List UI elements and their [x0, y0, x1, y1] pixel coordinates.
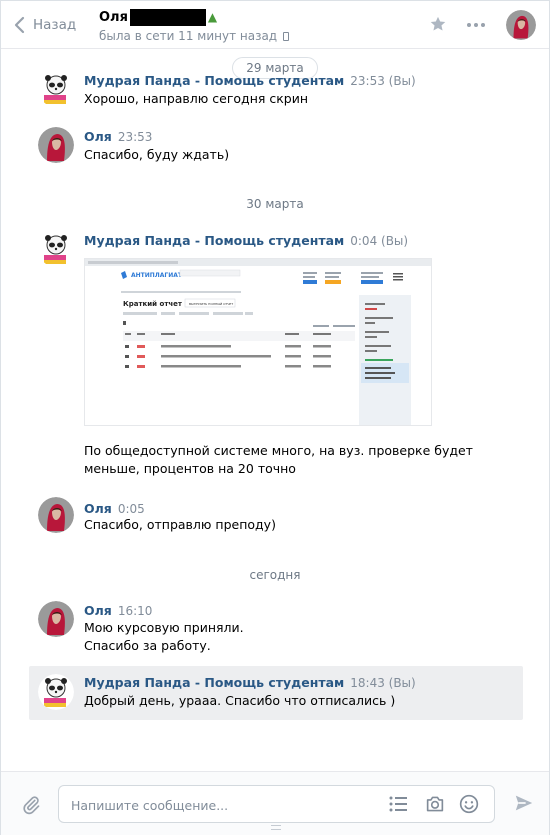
- send-icon[interactable]: [514, 794, 534, 812]
- message-time: 23:53: [117, 130, 153, 144]
- message: Оля 16:10 Мою курсовую приняли. Спасибо з…: [29, 597, 523, 659]
- panda-avatar[interactable]: [38, 71, 74, 107]
- olya-avatar[interactable]: [38, 497, 74, 533]
- screenshot-attachment[interactable]: АНТИПЛАГИАТ Краткий отчет ВЫГРУЗИТЬ ПОЛН…: [84, 258, 432, 426]
- message-text: Хорошо, направлю сегодня скрин: [84, 91, 309, 106]
- back-label: Назад: [33, 17, 77, 33]
- peer-status: была в сети 11 минут назад: [99, 29, 278, 43]
- antiplagiat-logo: АНТИПЛАГИАТ: [131, 272, 183, 279]
- message-author[interactable]: Мудрая Панда - Помощь студентам 18:43 (Вы…: [84, 675, 416, 690]
- more-options-icon[interactable]: [467, 23, 485, 27]
- message-text-line: По общедоступной системе много, на вуз. …: [84, 443, 473, 458]
- message-text: Добрый день, урааа. Спасибо что отписали…: [84, 693, 396, 708]
- chat-header: Назад Оля ▲ была в сети 11 минут назад: [1, 1, 549, 49]
- back-button[interactable]: Назад: [13, 13, 76, 37]
- message-author[interactable]: Оля 23:53: [84, 129, 152, 144]
- message-time: 23:53 (Вы): [350, 74, 416, 88]
- camera-icon[interactable]: [425, 795, 445, 813]
- message-author[interactable]: Оля 0:05: [84, 501, 145, 516]
- emoji-icon[interactable]: [459, 794, 479, 814]
- chevron-left-icon: [14, 16, 25, 34]
- message-time: 16:10: [117, 604, 153, 618]
- chat-window: Назад Оля ▲ была в сети 11 минут назад 2…: [0, 0, 550, 835]
- star-icon[interactable]: [429, 15, 447, 33]
- peer-info[interactable]: Оля ▲ была в сети 11 минут назад: [99, 8, 290, 43]
- report-title: Краткий отчет: [123, 300, 183, 308]
- message: Оля 23:53 Спасибо, буду ждать): [29, 123, 523, 171]
- report-button: ВЫГРУЗИТЬ ПОЛНЫЙ ОТЧЕТ: [189, 301, 233, 306]
- date-separator: 30 марта: [246, 197, 304, 211]
- message: Мудрая Панда - Помощь студентам 23:53 (Вы…: [29, 67, 523, 119]
- message-highlighted: Мудрая Панда - Помощь студентам 18:43 (Вы…: [29, 666, 523, 720]
- templates-icon[interactable]: [389, 796, 407, 812]
- resize-grip[interactable]: [271, 825, 281, 830]
- message-time: 0:05: [117, 502, 145, 516]
- message-text-line: Мою курсовую приняли.: [84, 620, 244, 635]
- antiplagiat-report-image: АНТИПЛАГИАТ Краткий отчет ВЫГРУЗИТЬ ПОЛН…: [85, 259, 431, 425]
- olya-avatar[interactable]: [38, 601, 74, 637]
- message-text-line: Спасибо за работу.: [84, 638, 211, 653]
- message: Оля 0:05 Спасибо, отправлю преподу): [29, 493, 523, 541]
- message-time: 18:43 (Вы): [350, 676, 416, 690]
- message-input-box[interactable]: [58, 785, 495, 823]
- date-separator: сегодня: [249, 568, 301, 582]
- attach-icon[interactable]: [21, 794, 41, 816]
- mobile-icon: [283, 31, 290, 41]
- message-text: Спасибо, отправлю преподу): [84, 517, 276, 532]
- redacted-surname: [129, 8, 206, 26]
- olya-avatar[interactable]: [38, 127, 74, 163]
- message-author[interactable]: Оля 16:10: [84, 603, 152, 618]
- message-author[interactable]: Мудрая Панда - Помощь студентам 23:53 (Вы…: [84, 73, 416, 88]
- message-author[interactable]: Мудрая Панда - Помощь студентам 0:04 (Вы): [84, 233, 408, 248]
- message-time: 0:04 (Вы): [350, 234, 409, 248]
- message-text: Спасибо, буду ждать): [84, 147, 230, 162]
- panda-avatar[interactable]: [38, 231, 74, 267]
- panda-avatar[interactable]: [38, 674, 74, 710]
- message-text-line: меньше, процентов на 20 точно: [84, 461, 296, 476]
- peer-name: Оля: [99, 9, 128, 25]
- message-input[interactable]: [71, 795, 371, 815]
- peer-avatar[interactable]: [506, 10, 536, 40]
- tree-icon: ▲: [207, 10, 218, 24]
